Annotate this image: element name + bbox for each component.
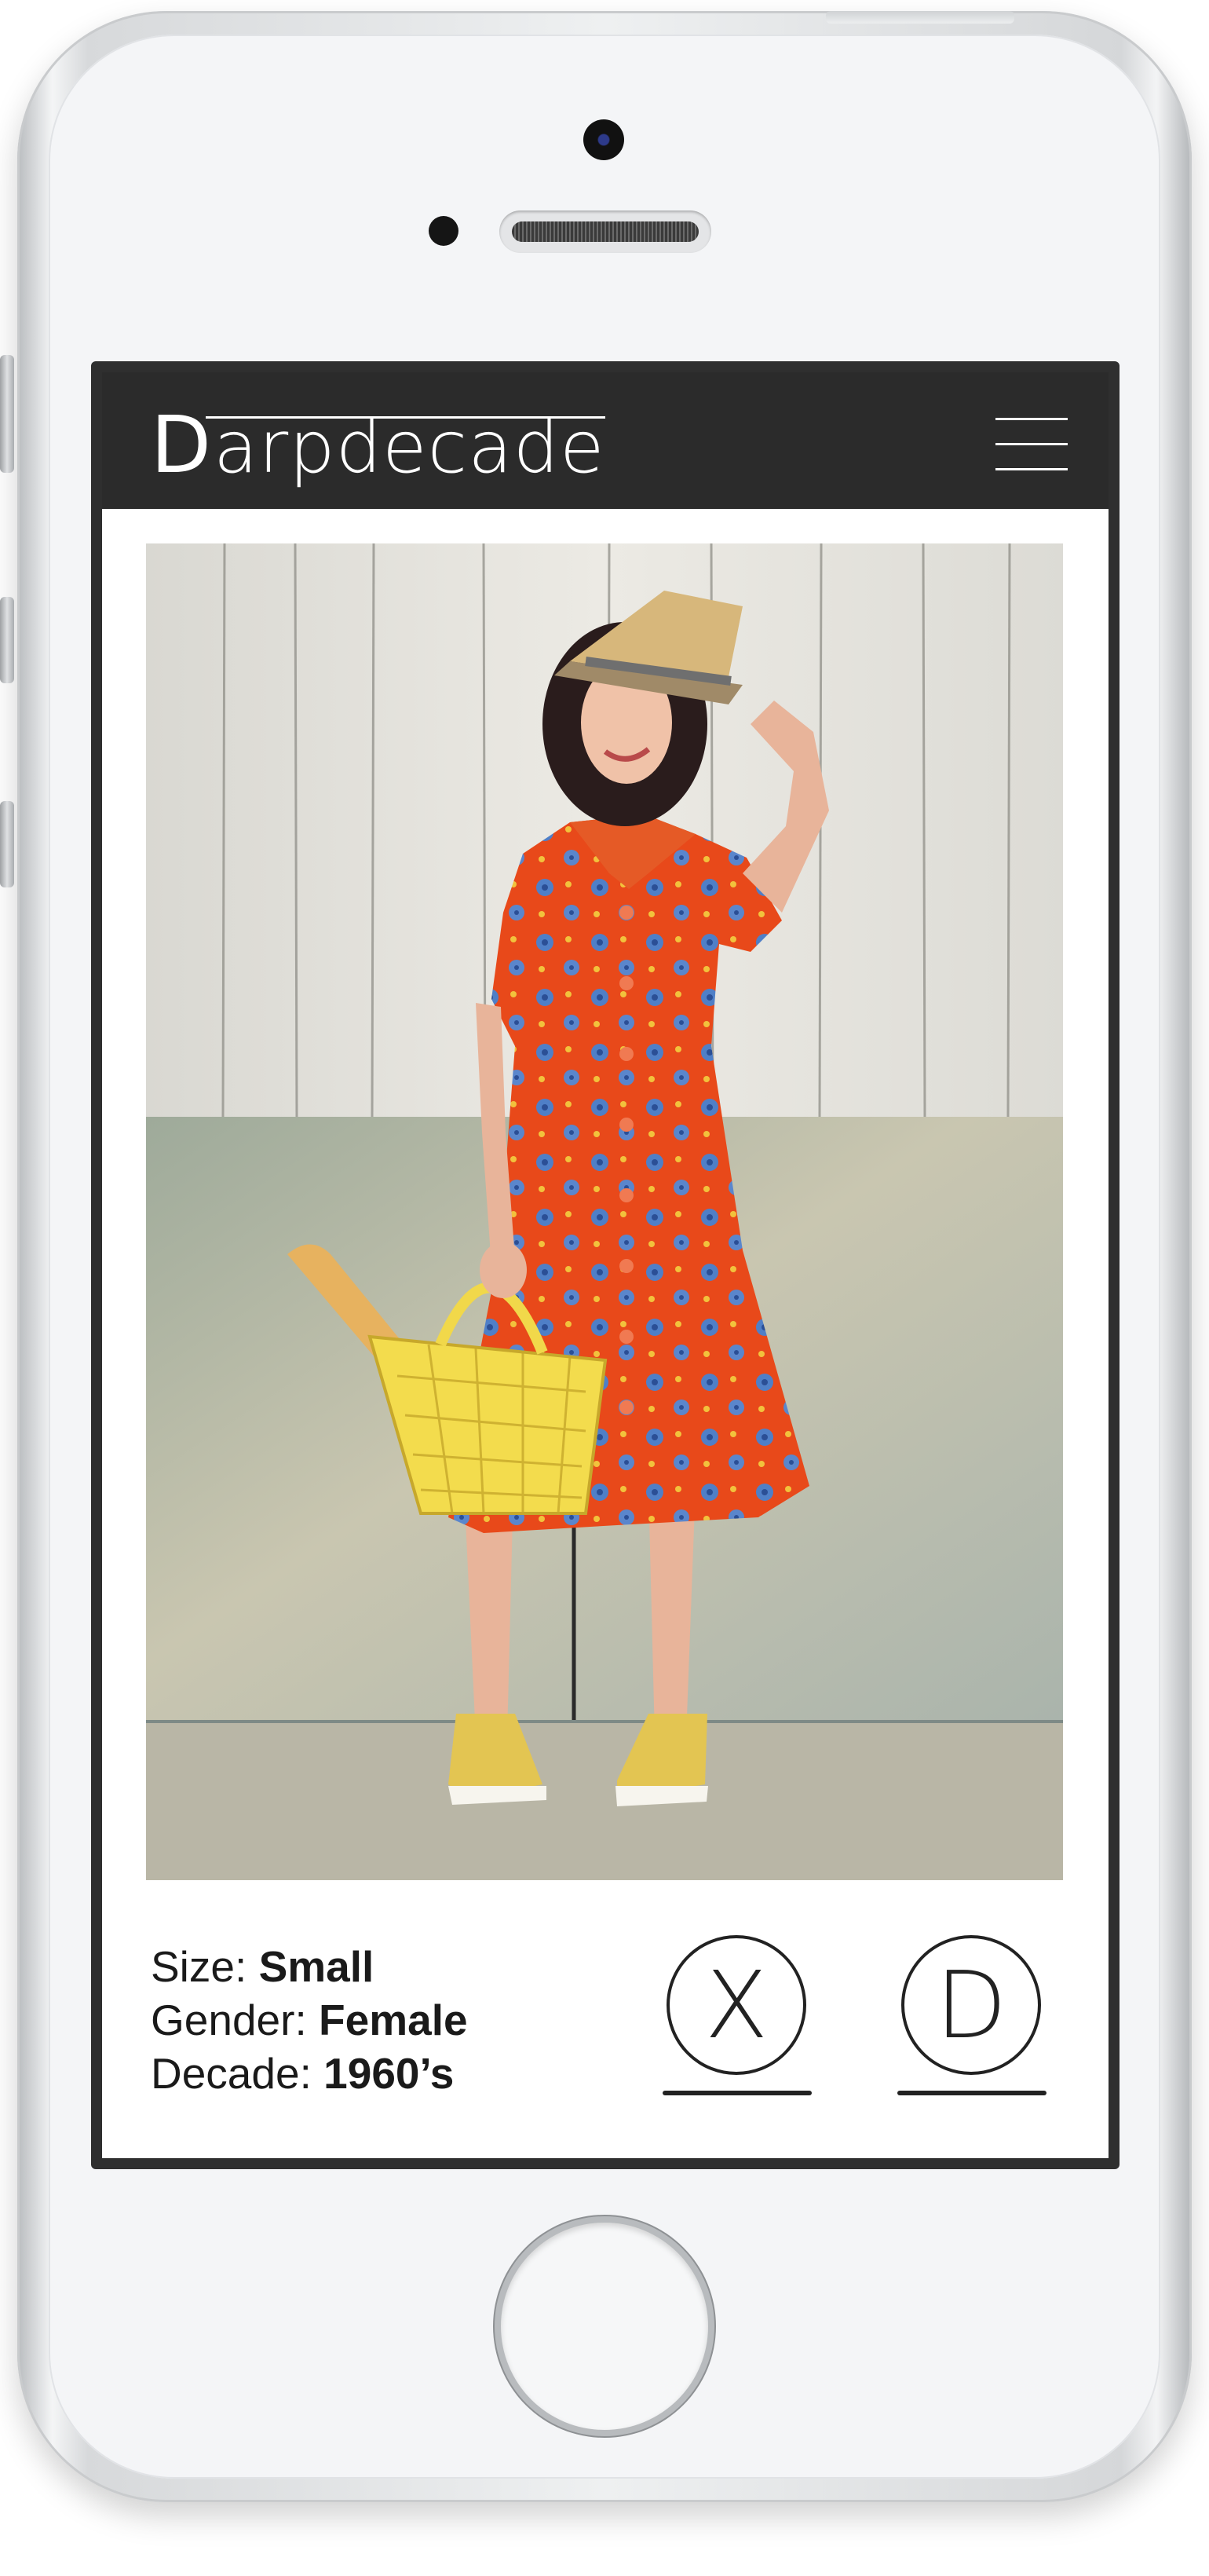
menu-bar — [995, 443, 1068, 445]
proximity-sensor — [429, 216, 458, 246]
decade-row: Decade: 1960’s — [151, 2047, 468, 2100]
power-button — [826, 11, 1014, 24]
decade-value: 1960’s — [323, 2049, 455, 2098]
logo-overline — [206, 416, 605, 419]
dismiss-underline — [663, 2091, 812, 2095]
logo-mark: D — [151, 399, 213, 491]
product-photo — [146, 543, 1063, 1880]
home-button[interactable] — [501, 2223, 708, 2430]
app-logo[interactable]: D arpdecade — [151, 399, 605, 491]
menu-bar — [995, 468, 1068, 470]
size-row: Size: Small — [151, 1940, 468, 1993]
gender-row: Gender: Female — [151, 1993, 468, 2047]
gender-value: Female — [319, 1996, 468, 2044]
front-camera — [583, 119, 624, 160]
app-view: D arpdecade Size: Small Gender: Female D… — [102, 372, 1109, 2158]
dismiss-button[interactable]: X — [663, 1935, 812, 2108]
screen: D arpdecade Size: Small Gender: Female D… — [91, 361, 1120, 2169]
product-photo-illustration — [146, 543, 1063, 1880]
x-icon: X — [667, 1935, 806, 2075]
hamburger-menu-icon[interactable] — [995, 413, 1068, 476]
decade-label: Decade: — [151, 2049, 324, 2098]
earpiece-speaker — [499, 210, 711, 253]
darp-button[interactable]: D — [897, 1935, 1046, 2108]
darp-logo-icon: D — [901, 1935, 1041, 2075]
mute-switch — [0, 355, 14, 473]
gender-label: Gender: — [151, 1996, 320, 2044]
size-label: Size: — [151, 1942, 259, 1991]
volume-up-button — [0, 597, 14, 683]
size-value: Small — [258, 1942, 374, 1991]
app-header: D arpdecade — [102, 372, 1109, 509]
volume-down-button — [0, 801, 14, 887]
product-details: Size: Small Gender: Female Decade: 1960’… — [151, 1940, 468, 2100]
darp-underline — [897, 2091, 1046, 2095]
menu-bar — [995, 418, 1068, 420]
